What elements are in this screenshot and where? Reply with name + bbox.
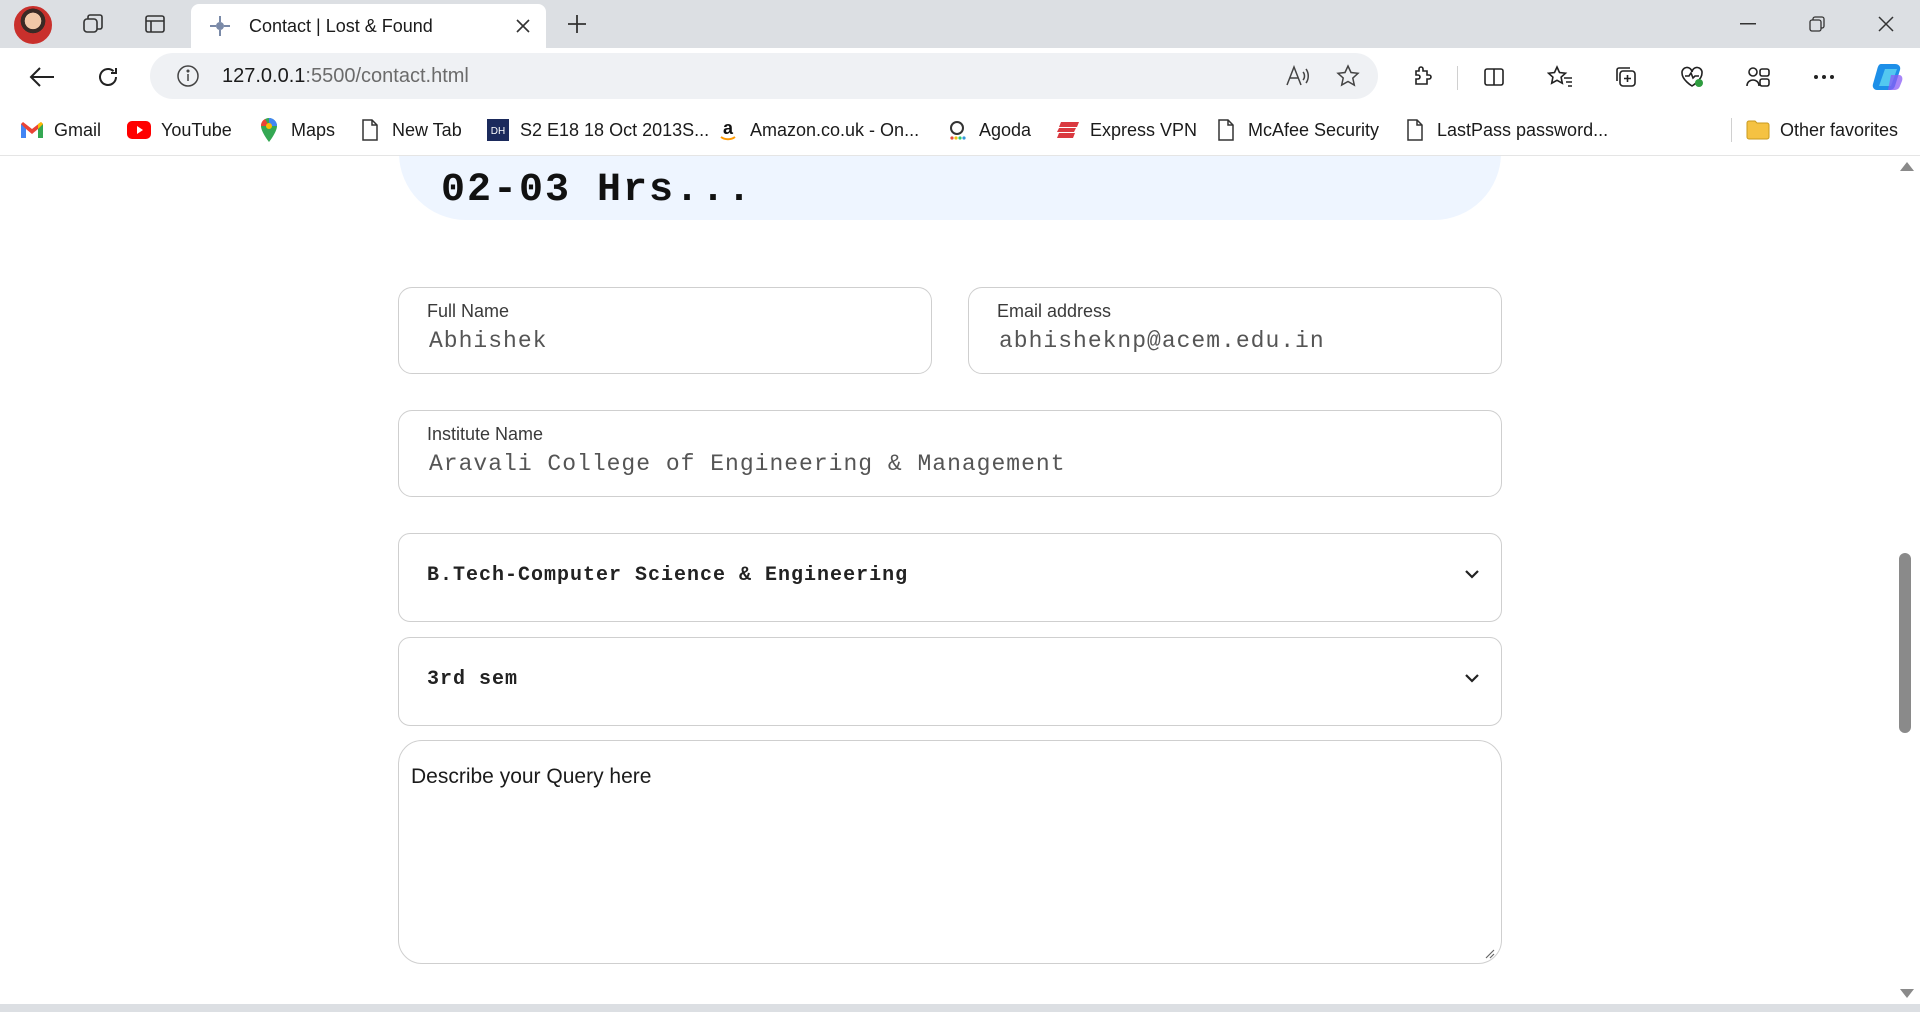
semester-select[interactable]: 3rd sem	[398, 637, 1502, 726]
page-viewport: 02-03 Hrs... Full Name Abhishek Email ad…	[6, 156, 1896, 1004]
favorite-youtube[interactable]: YouTube	[127, 116, 232, 144]
scroll-up-arrow-icon[interactable]	[1900, 162, 1914, 171]
institute-field[interactable]: Institute Name Aravali College of Engine…	[398, 410, 1502, 497]
course-select-value: B.Tech-Computer Science & Engineering	[427, 564, 909, 587]
profile-avatar[interactable]	[14, 6, 52, 44]
tab-contact[interactable]: Contact | Lost & Found	[191, 4, 546, 48]
tab-title: Contact | Lost & Found	[249, 15, 433, 36]
favorite-dh[interactable]: DH S2 E18 18 Oct 2013S...	[486, 116, 709, 144]
query-placeholder: Describe your Query here	[411, 765, 652, 788]
split-screen-icon[interactable]	[1474, 58, 1514, 96]
favorite-gmail[interactable]: Gmail	[20, 116, 101, 144]
scrollbar-thumb[interactable]	[1899, 553, 1911, 733]
new-tab-icon[interactable]	[560, 8, 594, 40]
favorite-star-icon[interactable]	[1328, 56, 1368, 96]
refresh-icon[interactable]	[88, 58, 128, 96]
maps-icon	[257, 118, 281, 142]
full-name-field[interactable]: Full Name Abhishek	[398, 287, 932, 374]
institute-input[interactable]: Aravali College of Engineering & Managem…	[429, 451, 1066, 477]
read-aloud-icon[interactable]	[1278, 56, 1318, 96]
browser-essentials-icon[interactable]	[1672, 58, 1712, 96]
favorite-mcafee[interactable]: McAfee Security	[1214, 116, 1379, 144]
restore-icon[interactable]	[1787, 4, 1847, 44]
gmail-icon	[20, 118, 44, 142]
other-favorites[interactable]: Other favorites	[1746, 116, 1898, 144]
scroll-down-arrow-icon[interactable]	[1900, 989, 1914, 998]
favorite-amazon[interactable]: a Amazon.co.uk - On...	[716, 116, 919, 144]
response-time-banner: 02-03 Hrs...	[399, 156, 1501, 220]
dh-icon: DH	[486, 118, 510, 142]
browser-toolbar: 127.0.0.1:5500/contact.html	[0, 48, 1920, 104]
email-label: Email address	[997, 301, 1112, 321]
favorites-bar: Gmail YouTube Maps New Tab DH S2 E18 18 …	[0, 104, 1920, 156]
amazon-icon: a	[716, 118, 740, 142]
address-bar[interactable]: 127.0.0.1:5500/contact.html	[150, 53, 1378, 99]
email-field[interactable]: Email address abhisheknp@acem.edu.in	[968, 287, 1502, 374]
full-name-input[interactable]: Abhishek	[429, 328, 547, 354]
svg-text:DH: DH	[491, 126, 505, 137]
favorites-icon[interactable]	[1540, 58, 1580, 96]
page-icon	[1403, 118, 1427, 142]
agoda-icon	[945, 118, 969, 142]
expressvpn-icon	[1056, 118, 1080, 142]
more-options-icon[interactable]	[1804, 58, 1844, 96]
svg-text:a: a	[723, 119, 734, 138]
youtube-icon	[127, 118, 151, 142]
copilot-icon[interactable]	[1868, 58, 1908, 96]
copilot-sidebar-icon[interactable]	[1738, 58, 1778, 96]
favorite-new-tab[interactable]: New Tab	[358, 116, 462, 144]
chevron-down-icon	[1461, 670, 1483, 686]
favorite-agoda[interactable]: Agoda	[945, 116, 1031, 144]
close-window-icon[interactable]	[1856, 4, 1916, 44]
full-name-label: Full Name	[427, 301, 510, 321]
site-favicon-icon	[209, 15, 231, 37]
toolbar-divider	[1457, 66, 1458, 90]
site-info-icon[interactable]	[174, 62, 202, 90]
response-time-text: 02-03 Hrs...	[441, 168, 754, 213]
page-icon	[1214, 118, 1238, 142]
tab-actions-icon[interactable]	[138, 8, 172, 40]
back-arrow-icon[interactable]	[22, 58, 62, 96]
favorite-maps[interactable]: Maps	[257, 116, 335, 144]
window-bottom-edge	[0, 1004, 1920, 1012]
resize-grip-icon[interactable]	[1483, 947, 1495, 959]
tab-strip: Contact | Lost & Found	[0, 0, 1920, 48]
page-scrollbar[interactable]	[1896, 156, 1914, 1004]
semester-select-value: 3rd sem	[427, 668, 519, 691]
chevron-down-icon	[1461, 566, 1483, 582]
institute-label: Institute Name	[427, 424, 544, 444]
url-text[interactable]: 127.0.0.1:5500/contact.html	[222, 65, 1278, 88]
minimize-icon[interactable]	[1718, 4, 1778, 44]
favorites-divider	[1731, 118, 1732, 142]
course-select[interactable]: B.Tech-Computer Science & Engineering	[398, 533, 1502, 622]
close-tab-icon[interactable]	[508, 11, 538, 41]
folder-icon	[1746, 118, 1770, 142]
query-textarea[interactable]: Describe your Query here	[398, 740, 1502, 964]
favorite-expressvpn[interactable]: Express VPN	[1056, 116, 1197, 144]
page-icon	[358, 118, 382, 142]
collections-icon[interactable]	[1606, 58, 1646, 96]
workspaces-icon[interactable]	[76, 8, 110, 40]
extensions-icon[interactable]	[1402, 58, 1442, 96]
email-input[interactable]: abhisheknp@acem.edu.in	[999, 328, 1325, 354]
favorite-lastpass[interactable]: LastPass password...	[1403, 116, 1608, 144]
